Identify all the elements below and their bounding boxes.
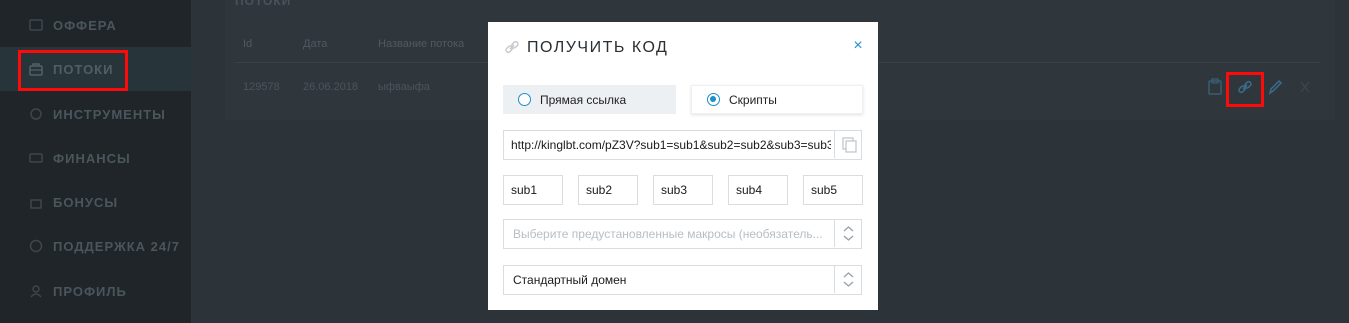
sidebar-item-support[interactable]: ПОДДЕРЖКА 24/7: [0, 224, 191, 268]
sidebar-item-label: ПОДДЕРЖКА 24/7: [53, 238, 180, 254]
sub1-input[interactable]: [503, 175, 563, 205]
radio-label: Прямая ссылка: [540, 92, 627, 107]
macro-select[interactable]: Выберите предустановленные макросы (необ…: [503, 219, 862, 249]
modal-title: ПОЛУЧИТЬ КОД: [527, 39, 669, 56]
sidebar-item-tools[interactable]: ИНСТРУМЕНТЫ: [0, 92, 191, 136]
delete-icon[interactable]: [1297, 78, 1313, 96]
copy-button[interactable]: [834, 131, 861, 158]
sub2-input[interactable]: [578, 175, 638, 205]
support-icon: [29, 239, 43, 253]
radio-label: Скрипты: [729, 92, 777, 107]
tools-icon: [30, 108, 42, 120]
table-cell-date: 26.06.2018: [303, 81, 359, 93]
updown-arrows-icon: [834, 266, 861, 293]
sidebar-item-label: ФИНАНСЫ: [53, 150, 131, 166]
radio-scripts[interactable]: Скрипты: [691, 85, 863, 114]
sidebar-item-finance[interactable]: ФИНАНСЫ: [0, 136, 191, 180]
sidebar-item-label: ПРОФИЛЬ: [53, 283, 127, 299]
link-icon: [505, 40, 519, 54]
updown-arrows-icon: [834, 220, 861, 247]
edit-icon[interactable]: [1267, 78, 1283, 96]
url-field: [503, 130, 862, 160]
url-input[interactable]: [511, 131, 831, 158]
sidebar-item-profile[interactable]: ПРОФИЛЬ: [0, 269, 191, 313]
bonus-icon: [30, 199, 42, 209]
get-code-modal: ПОЛУЧИТЬ КОД × Прямая ссылка Скрипты Выб…: [488, 22, 878, 310]
radio-direct-link[interactable]: Прямая ссылка: [503, 85, 676, 114]
macro-select-placeholder: Выберите предустановленные макросы (необ…: [513, 227, 823, 241]
copy-icon: [842, 137, 857, 153]
domain-select-value: Стандартный домен: [513, 273, 627, 287]
sidebar-item-label: ИНСТРУМЕНТЫ: [53, 106, 166, 122]
table-cell-id: 129578: [243, 81, 280, 93]
sidebar-item-label: БОНУСЫ: [53, 194, 119, 210]
table-header-name: Название потока: [378, 38, 465, 50]
domain-select[interactable]: Стандартный домен: [503, 265, 862, 295]
profile-icon: [30, 285, 42, 298]
sub4-input[interactable]: [728, 175, 788, 205]
radio-circle-checked[interactable]: [707, 93, 720, 106]
close-button[interactable]: ×: [850, 37, 866, 55]
offers-icon: [29, 19, 43, 31]
sub3-input[interactable]: [653, 175, 713, 205]
sidebar-item-label: ОФФЕРА: [53, 17, 117, 33]
table-header-id: Id: [243, 38, 253, 50]
sidebar-item-bonus[interactable]: БОНУСЫ: [0, 180, 191, 224]
sub5-input[interactable]: [803, 175, 863, 205]
table-cell-name: ыфваыфа: [378, 81, 430, 93]
modal-header: ПОЛУЧИТЬ КОД ×: [488, 22, 878, 72]
highlight-annotation: [1226, 72, 1264, 107]
clipboard-icon[interactable]: [1207, 78, 1223, 96]
radio-circle[interactable]: [518, 93, 531, 106]
highlight-annotation: [18, 50, 128, 91]
page-title: ПОТОКИ: [235, 0, 292, 8]
table-header-date: Дата: [303, 38, 328, 50]
sidebar-item-offers[interactable]: ОФФЕРА: [0, 3, 191, 47]
finance-icon: [29, 153, 43, 163]
sidebar: ОФФЕРА ПОТОКИ ИНСТРУМЕНТЫ ФИНАНСЫ БОНУСЫ…: [0, 0, 191, 323]
